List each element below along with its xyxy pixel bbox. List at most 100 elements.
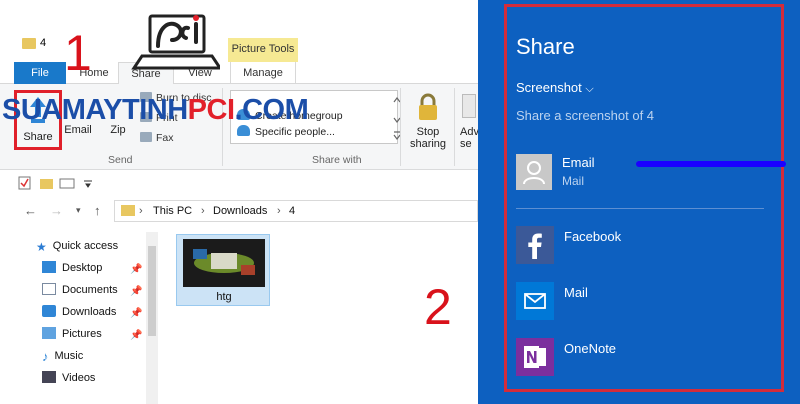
homegroup-icon <box>237 109 250 120</box>
fax-icon <box>140 132 152 142</box>
file-name: htg <box>216 291 232 303</box>
printer-icon <box>140 112 152 122</box>
facebook-label: Facebook <box>564 229 622 244</box>
fax-button[interactable]: Fax <box>140 132 174 144</box>
up-arrow-icon[interactable]: ↑ <box>94 203 101 218</box>
email-contact-item[interactable]: Email Mail <box>516 154 786 190</box>
nav-item-downloads[interactable]: Downloads <box>42 302 116 322</box>
callout-number-1: 1 <box>64 25 92 81</box>
advanced-security-icon <box>462 94 476 118</box>
print-button[interactable]: Print <box>140 112 178 124</box>
email-button[interactable]: Email <box>64 124 92 136</box>
send-group-label: Send <box>108 154 133 166</box>
print-label: Print <box>156 112 178 124</box>
callout-number-2: 2 <box>424 279 452 335</box>
back-arrow-icon[interactable]: ← <box>24 203 37 218</box>
breadcrumb-folder-4[interactable]: 4 <box>289 201 295 221</box>
stop-sharing-line2: sharing <box>409 138 447 150</box>
tab-manage[interactable]: Manage <box>230 62 296 84</box>
facebook-icon <box>516 226 554 264</box>
avatar <box>516 154 552 190</box>
ribbon-divider <box>454 88 455 166</box>
quick-access-toolbar <box>0 170 478 194</box>
mail-label: Mail <box>564 285 588 300</box>
specific-people-item[interactable]: Specific people... <box>237 125 335 138</box>
address-bar-row: ← → ▾ ↑ › This PC › Downloads › 4 <box>0 196 478 226</box>
stop-sharing-button[interactable]: Stop sharing <box>404 90 452 152</box>
breadcrumb-this-pc[interactable]: This PC <box>153 201 192 221</box>
share-button[interactable]: Share <box>14 90 62 150</box>
share-pane-title: Share <box>516 34 575 59</box>
folder-icon <box>121 205 135 216</box>
nav-item-music[interactable]: ♪ Music <box>42 346 83 366</box>
videos-icon <box>42 371 56 383</box>
share-app-mail[interactable]: Mail <box>516 282 756 320</box>
share-pane-subtitle: Share a screenshot of 4 <box>516 108 655 123</box>
pin-icon[interactable]: 📌 <box>130 308 142 319</box>
breadcrumb-separator-icon: › <box>201 205 205 217</box>
onenote-icon <box>516 338 554 376</box>
quick-access-toolbar-icons[interactable] <box>18 176 98 190</box>
people-icon <box>237 125 250 136</box>
pictures-icon <box>42 327 56 339</box>
email-contact-label: Email <box>562 155 595 170</box>
ribbon: Share Email Zip Burn to disc Print Fax S… <box>0 84 478 170</box>
breadcrumb-separator-icon: › <box>277 205 281 217</box>
file-explorer-window: 4 Picture Tools File Home Share View Man… <box>0 0 478 404</box>
share-button-label: Share <box>23 131 53 143</box>
nav-item-documents[interactable]: Documents <box>42 280 118 300</box>
lock-icon <box>419 93 437 120</box>
chevron-down-icon: ⌵ <box>585 83 594 95</box>
scrollbar-thumb[interactable] <box>148 246 156 336</box>
disc-icon <box>140 92 152 102</box>
star-icon: ★ <box>36 240 47 254</box>
ribbon-divider <box>222 88 223 166</box>
advanced-line2: se <box>460 138 472 150</box>
image-thumbnail <box>183 239 265 287</box>
window-title: 4 <box>40 37 47 49</box>
create-homegroup-item[interactable]: Create homegroup <box>237 109 343 122</box>
nav-item-pictures[interactable]: Pictures <box>42 324 102 344</box>
burn-to-disc-button[interactable]: Burn to disc <box>140 92 211 104</box>
divider <box>516 208 764 209</box>
breadcrumb-separator-icon: › <box>139 205 143 217</box>
pin-icon[interactable]: 📌 <box>130 264 142 275</box>
share-charm-pane: Share Screenshot ⌵ Share a screenshot of… <box>478 0 800 404</box>
pin-icon[interactable]: 📌 <box>130 286 142 297</box>
share-app-facebook[interactable]: Facebook <box>516 226 756 264</box>
share-icon <box>30 97 46 123</box>
fax-label: Fax <box>156 132 174 144</box>
nav-item-videos[interactable]: Videos <box>42 368 95 388</box>
stop-sharing-line1: Stop <box>416 126 440 138</box>
zip-button[interactable]: Zip <box>104 124 132 136</box>
breadcrumb-downloads[interactable]: Downloads <box>213 201 267 221</box>
specific-people-label: Specific people... <box>255 126 335 138</box>
homegroup-label: Create homegroup <box>255 110 343 122</box>
screenshot-dropdown[interactable]: Screenshot ⌵ <box>516 80 594 96</box>
email-contact-app: Mail <box>562 174 585 188</box>
nav-scrollbar[interactable] <box>146 232 158 404</box>
navigation-pane: ★ Quick access Desktop Documents Download… <box>0 228 160 404</box>
folder-icon <box>22 38 36 49</box>
pci-logo-icon <box>131 14 220 70</box>
burn-label: Burn to disc <box>156 92 212 104</box>
tab-file[interactable]: File <box>14 62 66 84</box>
address-bar[interactable]: › This PC › Downloads › 4 <box>114 200 478 222</box>
highlight-border <box>504 4 784 392</box>
ribbon-divider <box>400 88 401 166</box>
documents-icon <box>42 283 56 295</box>
onenote-label: OneNote <box>564 341 617 356</box>
forward-arrow-icon[interactable]: → <box>50 203 63 218</box>
share-with-group-label: Share with <box>312 154 362 166</box>
share-app-onenote[interactable]: OneNote <box>516 338 756 376</box>
desktop-icon <box>42 261 56 273</box>
redacted-email-address <box>636 161 786 167</box>
file-item[interactable]: htg <box>176 234 270 306</box>
mail-icon <box>516 282 554 320</box>
recent-locations-chevron-icon[interactable]: ▾ <box>76 205 81 216</box>
nav-item-quick-access[interactable]: ★ Quick access <box>36 236 118 256</box>
pin-icon[interactable]: 📌 <box>130 330 142 341</box>
share-with-list: Create homegroup Specific people... <box>230 90 398 144</box>
nav-item-desktop[interactable]: Desktop <box>42 258 102 278</box>
picture-tools-context-tab[interactable]: Picture Tools <box>228 38 298 62</box>
